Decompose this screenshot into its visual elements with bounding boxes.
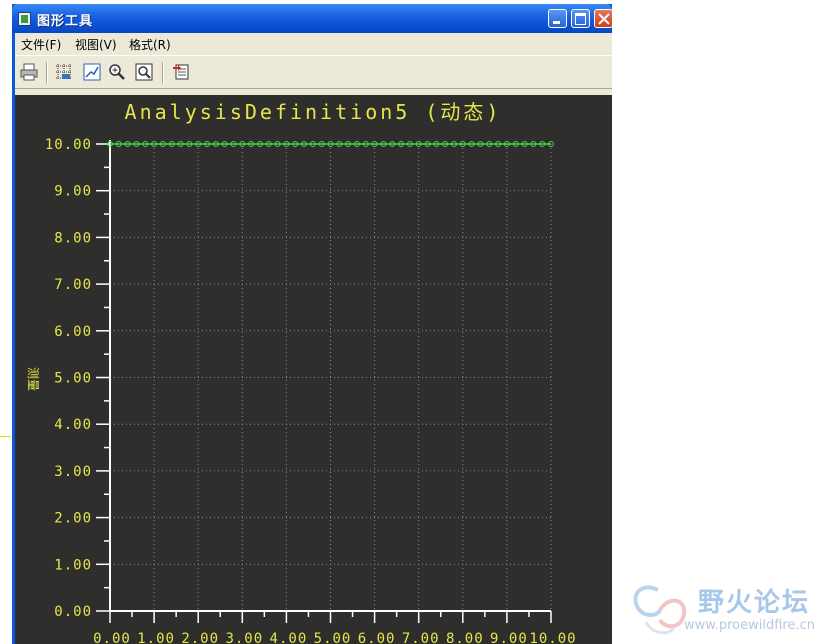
- x-tick-label: 5.00: [314, 631, 352, 644]
- x-tick-label: 4.00: [270, 631, 308, 644]
- plot-area: 0.00 1.00 2.00 3.00 4.00 5.00 6.00 7.00 8.00 9.00…: [15, 95, 612, 644]
- toolbar: [15, 55, 612, 89]
- background-marker: [0, 436, 11, 437]
- close-button[interactable]: [594, 9, 612, 28]
- y-tick-label: 1.00: [54, 557, 92, 573]
- y-tick-label: 10.00: [45, 137, 92, 153]
- axes: [96, 140, 552, 623]
- x-tick-label: 0.00: [93, 631, 131, 644]
- window-client: 文件(F) 视图(V) 格式(R) 0.00 1.00 2.00 3.00 4.…: [15, 33, 612, 644]
- y-tick-label: 3.00: [54, 464, 92, 480]
- menu-format[interactable]: 格式(R): [129, 36, 171, 53]
- y-tick-label: 8.00: [54, 230, 92, 246]
- zoom-fit-icon[interactable]: [135, 63, 153, 81]
- toolbar-separator: [162, 62, 164, 84]
- y-tick-label: 2.00: [54, 511, 92, 527]
- watermark: 野火论坛 www.proewildfire.cn: [628, 578, 838, 642]
- maximize-button[interactable]: [571, 9, 590, 28]
- menu-file[interactable]: 文件(F): [21, 36, 61, 53]
- tick-labels: 0.00 1.00 2.00 3.00 4.00 5.00 6.00 7.00 8.00 9.00…: [45, 137, 576, 644]
- y-tick-label: 6.00: [54, 324, 92, 340]
- graph-tool-window: 图形工具 文件(F) 视图(V) 格式(R) 0.00 1.00 2.00 3.…: [12, 4, 612, 644]
- x-tick-label: 10.00: [529, 631, 576, 644]
- title-bar[interactable]: 图形工具: [12, 4, 612, 33]
- grid-icon[interactable]: [55, 63, 73, 81]
- y-tick-label: 9.00: [54, 184, 92, 200]
- x-tick-label: 2.00: [181, 631, 219, 644]
- x-tick-label: 3.00: [225, 631, 263, 644]
- y-axis-label: 测量: [26, 367, 40, 391]
- x-tick-label: 1.00: [137, 631, 175, 644]
- chart-svg: 0.00 1.00 2.00 3.00 4.00 5.00 6.00 7.00 8.00 9.00…: [26, 100, 576, 644]
- data-series: [107, 141, 554, 147]
- toolbar-separator: [46, 62, 48, 84]
- zoom-in-icon[interactable]: [108, 63, 126, 81]
- window-title: 图形工具: [37, 14, 94, 29]
- x-tick-label: 9.00: [490, 631, 528, 644]
- menu-view[interactable]: 视图(V): [75, 36, 117, 53]
- edit-curve-icon[interactable]: [83, 63, 101, 81]
- y-tick-label: 4.00: [54, 417, 92, 433]
- x-tick-label: 7.00: [402, 631, 440, 644]
- grid-lines: [110, 143, 552, 611]
- x-tick-label: 8.00: [446, 631, 484, 644]
- watermark-brand: 野火论坛: [698, 588, 811, 618]
- y-tick-label: 7.00: [54, 277, 92, 293]
- y-tick-label: 0.00: [54, 604, 92, 620]
- minimize-button[interactable]: [548, 9, 567, 28]
- chart-title: AnalysisDefinition5 (动态): [125, 100, 502, 124]
- watermark-logo-icon: [633, 585, 687, 635]
- x-tick-label: 6.00: [358, 631, 396, 644]
- y-tick-label: 5.00: [54, 371, 92, 387]
- export-icon[interactable]: [172, 63, 190, 81]
- menu-bar: 文件(F) 视图(V) 格式(R): [15, 33, 612, 53]
- print-icon[interactable]: [20, 63, 38, 81]
- watermark-url: www.proewildfire.cn: [684, 618, 815, 633]
- app-icon: [18, 12, 31, 26]
